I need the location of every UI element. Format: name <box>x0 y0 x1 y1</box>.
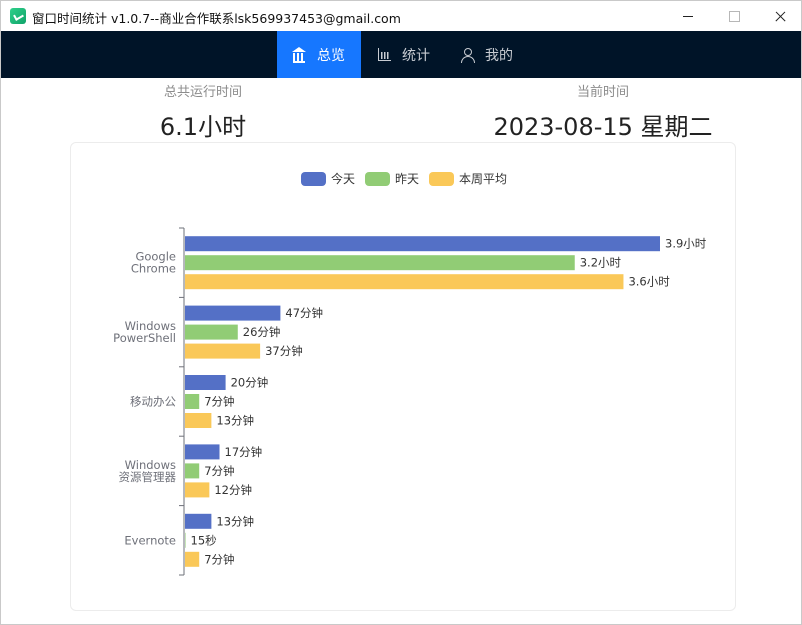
category-label-1-line1: PowerShell <box>113 331 176 345</box>
bar-1-0[interactable] <box>185 305 281 321</box>
data-label-4-0: 13分钟 <box>216 514 254 528</box>
data-label-1-1: 26分钟 <box>243 325 281 339</box>
title-bar[interactable]: 窗口时间统计 v1.0.7--商业合作联系lsk569937453@gmail.… <box>1 1 801 31</box>
bar-2-1[interactable] <box>185 394 200 409</box>
data-label-0-1: 3.2小时 <box>580 256 622 270</box>
bar-1-1[interactable] <box>185 324 238 340</box>
app-logo-icon <box>10 8 26 24</box>
data-label-0-0: 3.9小时 <box>665 237 707 251</box>
bar-1-2[interactable] <box>185 343 261 359</box>
category-label-2: 移动办公 <box>130 395 176 409</box>
data-label-4-2: 7分钟 <box>204 552 234 566</box>
bar-2-0[interactable] <box>185 375 226 390</box>
legend-swatch-2[interactable] <box>429 172 454 186</box>
bar-chart-icon <box>377 47 393 63</box>
bar-3-1[interactable] <box>185 463 200 479</box>
total-runtime-label: 总共运行时间 <box>163 85 242 100</box>
tab-overview-label: 总览 <box>317 47 345 64</box>
data-label-0-2: 3.6小时 <box>628 275 670 289</box>
legend-label-0[interactable]: 今天 <box>331 171 355 186</box>
category-label-0-line1: Chrome <box>131 262 176 276</box>
data-label-3-0: 17分钟 <box>225 445 263 459</box>
current-time-label: 当前时间 <box>576 85 629 100</box>
usage-bar-chart: 今天 昨天 本周平均GoogleChromeWindowsPowerShell移动办… <box>113 171 707 576</box>
user-icon <box>460 47 476 63</box>
tab-mine[interactable]: 我的 <box>460 31 513 78</box>
bar-0-0[interactable] <box>185 236 660 252</box>
bar-3-2[interactable] <box>185 482 210 498</box>
data-label-2-0: 20分钟 <box>231 376 269 390</box>
current-time-value: 2023-08-15 星期二 <box>493 113 713 141</box>
category-label-3-line1: 资源管理器 <box>119 470 177 484</box>
tab-mine-label: 我的 <box>485 47 513 64</box>
legend-swatch-1[interactable] <box>365 172 390 186</box>
bar-4-0[interactable] <box>185 513 212 529</box>
total-runtime-value: 6.1小时 <box>159 113 247 141</box>
tab-overview[interactable]: 总览 <box>277 31 361 78</box>
window-title: 窗口时间统计 v1.0.7--商业合作联系lsk569937453@gmail.… <box>32 11 401 26</box>
bar-4-1[interactable] <box>185 532 186 548</box>
data-label-1-2: 37分钟 <box>265 344 303 358</box>
usage-chart-card: 今天 昨天 本周平均 Google Chrome Windows PowerShell 移动办… <box>70 142 736 611</box>
bar-2-2[interactable] <box>185 413 212 428</box>
legend-label-1[interactable]: 昨天 <box>395 172 419 186</box>
bar-3-0[interactable] <box>185 444 220 460</box>
data-label-2-2: 13分钟 <box>216 414 254 428</box>
data-label-4-1: 15秒 <box>191 533 217 547</box>
tab-statistics-label: 统计 <box>402 47 430 64</box>
maximize-button[interactable] <box>711 1 757 31</box>
tab-statistics[interactable]: 统计 <box>377 31 430 78</box>
app-window: 窗口时间统计 v1.0.7--商业合作联系lsk569937453@gmail.… <box>0 0 802 625</box>
top-nav: 总览 统计 我的 <box>1 31 801 78</box>
bar-0-2[interactable] <box>185 274 624 290</box>
category-label-4: Evernote <box>124 533 176 547</box>
bar-0-1[interactable] <box>185 255 575 271</box>
bar-4-2[interactable] <box>185 551 200 567</box>
data-label-3-2: 12分钟 <box>214 483 252 497</box>
legend-swatch-0[interactable] <box>301 172 326 186</box>
legend-label-2[interactable]: 本周平均 <box>459 172 507 186</box>
data-label-1-0: 47分钟 <box>285 306 323 320</box>
data-label-2-1: 7分钟 <box>204 395 234 409</box>
bank-icon <box>292 46 308 63</box>
close-button[interactable] <box>757 1 802 31</box>
data-label-3-1: 7分钟 <box>204 464 234 478</box>
minimize-button[interactable] <box>665 1 711 31</box>
